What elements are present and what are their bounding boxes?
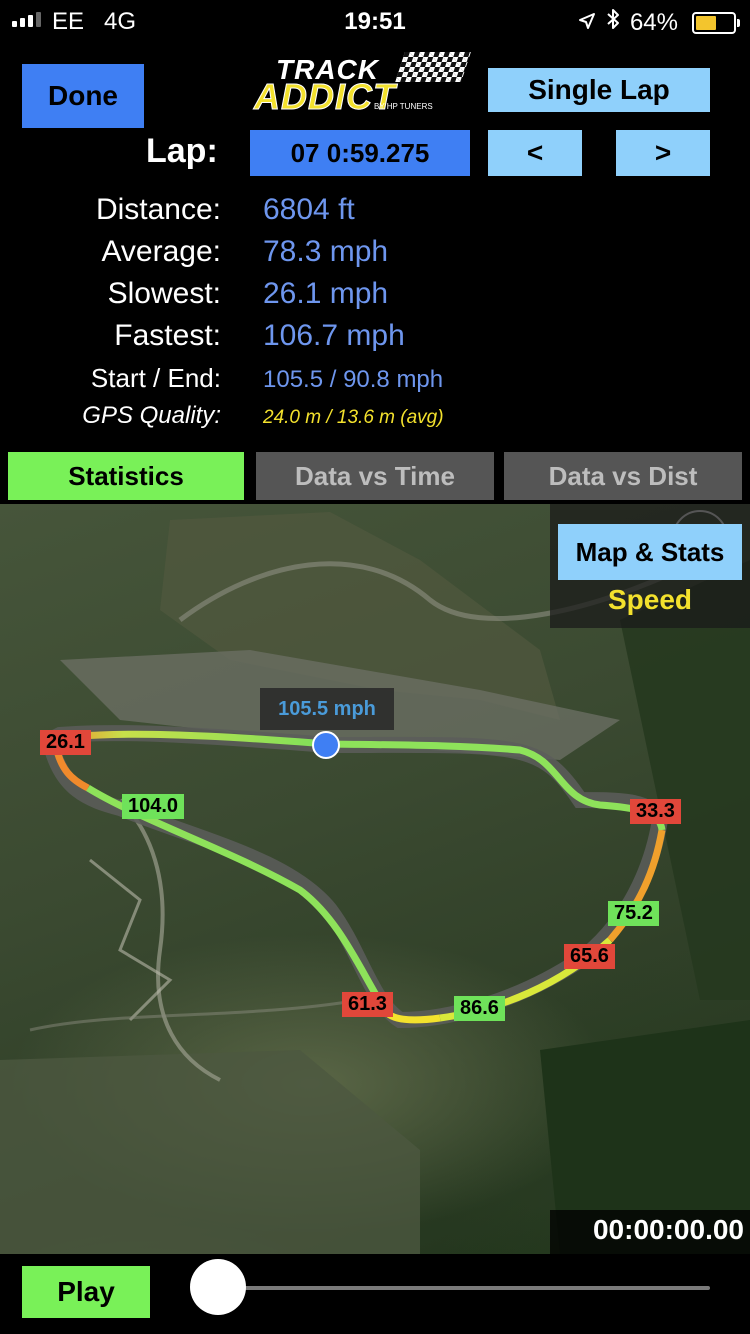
single-lap-button[interactable]: Single Lap <box>488 68 710 112</box>
playback-slider-thumb[interactable] <box>190 1259 246 1315</box>
gps-quality-label: GPS Quality: <box>82 402 221 429</box>
previous-lap-button[interactable]: < <box>488 130 582 176</box>
location-arrow-icon <box>578 9 596 37</box>
playback-slider-track[interactable] <box>216 1286 710 1290</box>
distance-value: 6804 ft <box>263 193 355 226</box>
slowest-label: Slowest: <box>107 277 221 310</box>
battery-fill <box>696 15 716 30</box>
slowest-value: 26.1 mph <box>263 277 389 310</box>
speed-marker: 65.6 <box>564 944 615 969</box>
speed-marker: 26.1 <box>40 730 91 755</box>
speed-marker: 33.3 <box>630 799 681 824</box>
speed-overlay-label[interactable]: Speed <box>550 584 750 616</box>
average-value: 78.3 mph <box>263 235 389 268</box>
done-button[interactable]: Done <box>22 64 144 128</box>
logo-tagline: BY HP TUNERS <box>374 102 433 111</box>
playback-timer: 00:00:00.00 <box>592 1214 744 1245</box>
lap-label: Lap: <box>146 132 218 170</box>
bluetooth-icon <box>606 8 620 37</box>
field-area <box>0 1050 420 1254</box>
next-lap-button[interactable]: > <box>616 130 710 176</box>
speed-marker: 75.2 <box>608 901 659 926</box>
checkered-flag-icon <box>395 52 471 82</box>
position-marker[interactable] <box>312 731 340 759</box>
tab-data-vs-time[interactable]: Data vs Time <box>256 452 494 500</box>
track-addict-logo: TRACK ADDICT BY HP TUNERS <box>250 50 475 118</box>
fastest-value: 106.7 mph <box>263 319 405 352</box>
battery-icon <box>692 11 740 34</box>
current-speed-callout: 105.5 mph <box>260 688 394 730</box>
distance-label: Distance: <box>95 193 221 226</box>
speed-marker: 86.6 <box>454 996 505 1021</box>
lap-trace-fast <box>327 740 666 831</box>
track-asphalt <box>40 725 669 1029</box>
access-road <box>29 998 361 1032</box>
fastest-label: Fastest: <box>114 319 221 352</box>
battery-percent: 64% <box>629 8 678 36</box>
map-stats-button[interactable]: Map & Stats <box>558 524 742 580</box>
play-button[interactable]: Play <box>22 1266 150 1318</box>
gps-quality-value: 24.0 m / 13.6 m (avg) <box>263 407 444 428</box>
average-label: Average: <box>101 235 221 268</box>
logo-text-addict: ADDICT <box>254 76 396 118</box>
lap-selector[interactable]: 07 0:59.275 <box>250 130 470 176</box>
start-end-label: Start / End: <box>90 363 221 393</box>
tab-data-vs-dist[interactable]: Data vs Dist <box>504 452 742 500</box>
speed-marker: 61.3 <box>342 992 393 1017</box>
status-bar: EE 4G 19:51 64% <box>0 0 750 42</box>
speed-marker: 104.0 <box>122 794 185 819</box>
start-end-value: 105.5 / 90.8 mph <box>263 366 444 393</box>
tab-statistics[interactable]: Statistics <box>8 452 244 500</box>
